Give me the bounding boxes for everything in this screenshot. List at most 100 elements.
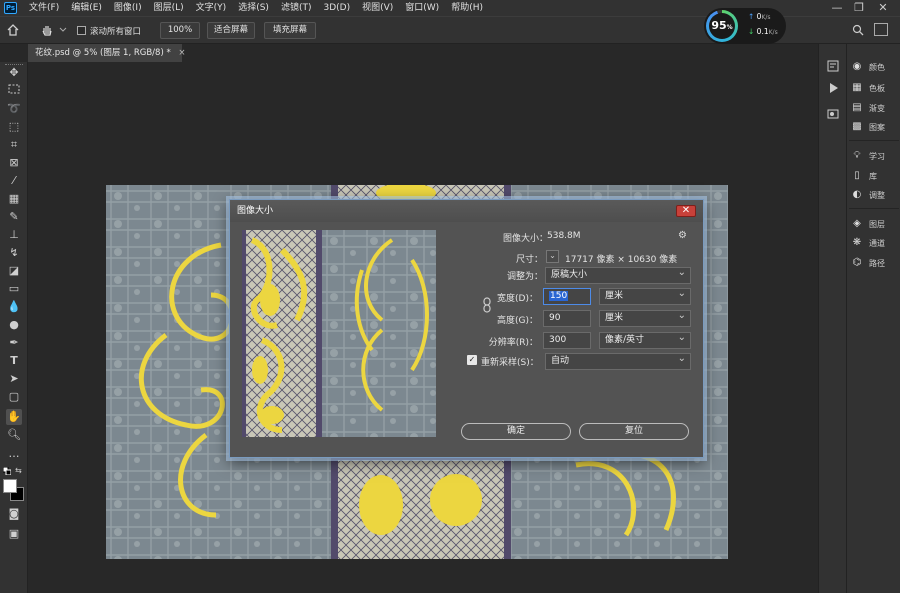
ok-button[interactable]: 确定 xyxy=(461,423,571,440)
search-icon[interactable] xyxy=(852,24,864,36)
dimensions-label: 尺寸： xyxy=(515,255,543,265)
minimize-button[interactable]: — xyxy=(826,0,848,16)
resolution-input[interactable]: 300 xyxy=(543,332,591,349)
stamp-icon[interactable]: ⊥ xyxy=(6,227,22,243)
scroll-all-checkbox[interactable] xyxy=(77,26,86,35)
library-icon: ▯ xyxy=(854,170,860,181)
hand-tool-preset[interactable] xyxy=(40,22,68,38)
eraser-icon[interactable]: ◪ xyxy=(6,263,22,279)
frame-icon[interactable]: ⊠ xyxy=(6,155,22,171)
menu-help[interactable]: 帮助(H) xyxy=(445,0,489,16)
menu-image[interactable]: 图像(I) xyxy=(108,0,148,16)
image-preview[interactable] xyxy=(242,230,436,437)
panel-patterns[interactable]: ▩ 图案 xyxy=(851,119,900,135)
height-input[interactable]: 90 xyxy=(543,310,591,327)
menu-type[interactable]: 文字(Y) xyxy=(190,0,233,16)
menu-select[interactable]: 选择(S) xyxy=(232,0,275,16)
hand-icon[interactable]: ✋ xyxy=(6,409,22,425)
dialog-title: 图像大小 xyxy=(237,206,274,216)
default-colors-icon[interactable] xyxy=(2,466,12,476)
healing-icon[interactable]: ▦ xyxy=(6,191,22,207)
download-rate: ↓ 0.1K/s xyxy=(748,27,778,36)
photoshop-logo[interactable]: Ps xyxy=(4,2,17,14)
tab-close-icon[interactable]: × xyxy=(178,48,185,58)
swap-colors-icon[interactable]: ⇆ xyxy=(15,466,24,475)
learn-icon: 💡︎ xyxy=(853,150,861,161)
panel-layers[interactable]: ◈ 图层 xyxy=(851,216,900,232)
menu-window[interactable]: 窗口(W) xyxy=(399,0,445,16)
menu-view[interactable]: 视图(V) xyxy=(356,0,399,16)
gradient-icon[interactable]: ▭ xyxy=(6,281,22,297)
height-unit-dropdown[interactable]: 厘米 xyxy=(599,308,691,327)
more-icon[interactable]: … xyxy=(6,446,22,462)
panel-channels[interactable]: ❋ 通道 xyxy=(851,235,900,251)
history-icon[interactable] xyxy=(827,60,839,72)
pen-icon[interactable]: ✒ xyxy=(6,335,22,351)
panel-color[interactable]: ◉ 颜色 xyxy=(851,59,900,75)
width-input[interactable]: 150 xyxy=(543,288,591,305)
blur-icon[interactable]: 💧 xyxy=(6,299,22,315)
dialog-title-bar[interactable]: 图像大小 ✕ xyxy=(230,200,703,222)
width-unit-dropdown[interactable]: 厘米 xyxy=(599,286,691,305)
menu-layer[interactable]: 图层(L) xyxy=(148,0,190,16)
menu-3d[interactable]: 3D(D) xyxy=(317,0,356,16)
panel-learn[interactable]: 💡︎ 学习 xyxy=(851,148,900,164)
object-select-icon[interactable]: ⬚ xyxy=(6,119,22,135)
workspace-icon[interactable] xyxy=(874,23,888,36)
image-size-value: 538.8M xyxy=(547,231,581,241)
foreground-color-swatch[interactable] xyxy=(3,479,17,493)
marquee-icon[interactable] xyxy=(6,83,22,99)
panel-gradients[interactable]: ▤ 渐变 xyxy=(851,100,900,116)
close-window-button[interactable]: ✕ xyxy=(872,0,894,16)
panel-gradients-label: 渐变 xyxy=(869,103,885,113)
menu-edit[interactable]: 编辑(E) xyxy=(65,0,108,16)
resample-label: 重新采样(S)： xyxy=(481,358,539,368)
crop-icon[interactable]: ⌗ xyxy=(6,137,22,153)
lasso-icon[interactable]: ➰ xyxy=(6,101,22,117)
dodge-icon[interactable]: ● xyxy=(6,317,22,333)
performance-widget: 95% ↑ 0K/s ↓ 0.1K/s xyxy=(704,8,786,44)
zoom-100-button[interactable]: 100% xyxy=(160,22,200,39)
home-icon[interactable] xyxy=(6,23,20,37)
panel-libraries[interactable]: ▯ 库 xyxy=(851,168,900,184)
panel-paths-label: 路径 xyxy=(869,258,885,268)
brush-icon[interactable]: ✎ xyxy=(6,209,22,225)
fit-to-dropdown[interactable]: 原稿大小 xyxy=(545,265,691,284)
panel-color-label: 颜色 xyxy=(869,62,885,72)
eyedropper-icon[interactable]: ⁄ xyxy=(6,173,22,189)
link-icon[interactable] xyxy=(482,296,492,314)
gear-icon[interactable]: ⚙︎ xyxy=(678,230,690,242)
performance-percent: 95% xyxy=(709,13,735,39)
quick-mask-icon[interactable]: ◙ xyxy=(6,506,22,522)
panel-adjustments[interactable]: ◐ 调整 xyxy=(851,187,900,203)
dimensions-unit-dropdown[interactable]: ⌄ xyxy=(546,250,559,263)
panel-separator xyxy=(849,140,899,141)
fit-screen-button[interactable]: 适合屏幕 xyxy=(207,22,255,39)
reset-button[interactable]: 复位 xyxy=(579,423,689,440)
image-size-dialog: 图像大小 ✕ 图像大小： 538.8M ⚙︎ 尺寸： ⌄ 17717 像素 × … xyxy=(229,199,704,458)
actions-play-icon[interactable] xyxy=(827,82,839,94)
resolution-label: 分辨率(R)： xyxy=(488,338,538,348)
menu-file[interactable]: 文件(F) xyxy=(23,0,65,16)
screen-mode-icon[interactable]: ▣ xyxy=(6,526,22,542)
fill-screen-button[interactable]: 填充屏幕 xyxy=(264,22,316,39)
layers-icon: ◈ xyxy=(853,218,861,229)
move-icon[interactable]: ✥ xyxy=(6,65,22,81)
adjust-icon: ◐ xyxy=(852,189,862,200)
properties-icon[interactable] xyxy=(827,108,839,120)
type-icon[interactable]: T xyxy=(6,353,22,369)
resolution-unit-dropdown[interactable]: 像素/英寸 xyxy=(599,330,691,349)
menu-filter[interactable]: 滤镜(T) xyxy=(275,0,318,16)
zoom-icon[interactable]: 🔍︎ xyxy=(6,427,22,443)
document-tab[interactable]: 花纹.psd @ 5% (图层 1, RGB/8) * × xyxy=(28,44,186,62)
path-select-icon[interactable]: ➤ xyxy=(6,371,22,387)
resample-dropdown[interactable]: 自动 xyxy=(545,351,691,370)
panel-paths[interactable]: ⌬ 路径 xyxy=(851,255,900,271)
panel-swatches[interactable]: ▦ 色板 xyxy=(851,80,900,96)
restore-button[interactable]: ❐ xyxy=(848,0,870,16)
panel-learn-label: 学习 xyxy=(869,151,885,161)
resample-checkbox[interactable]: ✓ xyxy=(467,355,477,365)
rectangle-icon[interactable]: ▢ xyxy=(6,389,22,405)
dialog-close-button[interactable]: ✕ xyxy=(676,205,696,217)
history-brush-icon[interactable]: ↯ xyxy=(6,245,22,261)
